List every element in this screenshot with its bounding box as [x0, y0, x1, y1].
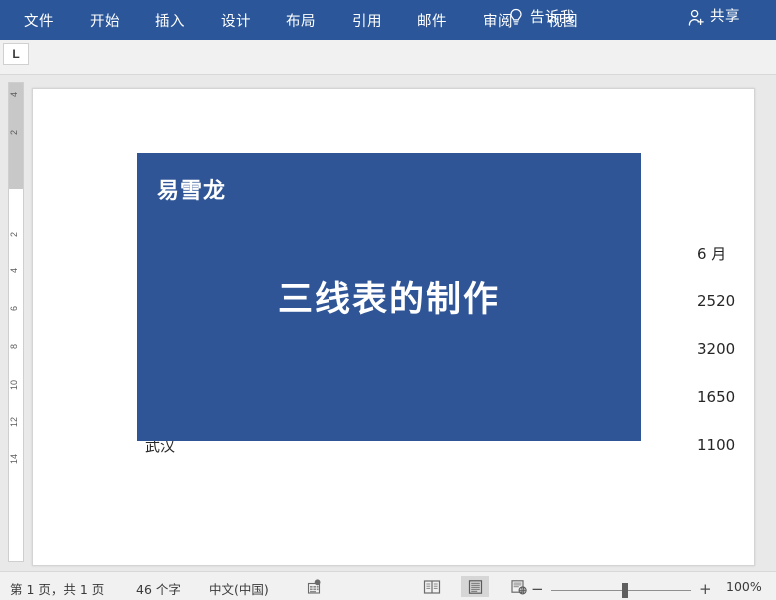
vruler-tick: 2	[9, 130, 19, 136]
word-count-label[interactable]: 46 个字	[136, 579, 181, 598]
ribbon-tab-references[interactable]: 引用	[350, 11, 384, 34]
zoom-in-button[interactable]: +	[699, 580, 712, 598]
ribbon-tab-layout[interactable]: 布局	[284, 11, 318, 34]
cover-logo-text: 易雪龙	[157, 179, 227, 204]
vruler-tick: 6	[9, 306, 19, 312]
vruler-tick: 4	[9, 92, 19, 98]
table-cell-value: 1100	[697, 436, 736, 454]
tab-stop-selector[interactable]: L	[3, 43, 29, 65]
proofing-errors-icon[interactable]	[300, 576, 328, 597]
ribbon-tab-design[interactable]: 设计	[219, 11, 253, 34]
table-cell-value: 2520	[697, 292, 736, 310]
cover-title-text: 三线表的制作	[277, 280, 500, 320]
vruler-tick: 8	[9, 344, 19, 350]
ribbon-tab-insert[interactable]: 插入	[153, 11, 187, 34]
zoom-slider-thumb[interactable]	[622, 583, 628, 598]
page-info-label[interactable]: 第 1 页，共 1 页	[10, 579, 104, 598]
tell-me-label: 告诉我	[530, 9, 575, 26]
ribbon-tab-mailings[interactable]: 邮件	[415, 11, 449, 34]
ribbon-tab-home[interactable]: 开始	[88, 11, 122, 34]
lightbulb-icon	[508, 8, 524, 28]
table-cell-value: 1650	[697, 388, 736, 406]
tell-me-button[interactable]: 告诉我	[508, 8, 575, 28]
table-cell-value: 6 月	[697, 244, 727, 263]
document-page[interactable]: 地区 6 月 上海 2520 深圳 3200 北京 1650 武汉 1100 易…	[32, 88, 755, 566]
vruler-tick: 2	[9, 232, 19, 238]
ribbon-bar: 文件 开始 插入 设计 布局 引用 邮件 审阅 视图 告诉我 共享	[0, 0, 776, 40]
ribbon-tab-file[interactable]: 文件	[22, 11, 56, 34]
table-cell-value: 3200	[697, 340, 736, 358]
status-bar: 第 1 页，共 1 页 46 个字 中文(中国) − + 100%	[0, 571, 776, 600]
read-mode-view-button[interactable]	[418, 576, 446, 597]
print-layout-view-button[interactable]	[461, 576, 489, 597]
zoom-level-label[interactable]: 100%	[726, 579, 762, 594]
word-window: 文件 开始 插入 设计 布局 引用 邮件 审阅 视图 告诉我 共享 L 4 2 …	[0, 0, 776, 600]
share-label: 共享	[710, 9, 740, 26]
zoom-out-button[interactable]: −	[531, 580, 544, 598]
vruler-tick: 10	[9, 380, 19, 391]
web-layout-view-button[interactable]	[505, 576, 533, 597]
language-label[interactable]: 中文(中国)	[209, 579, 269, 598]
vruler-tick: 4	[9, 268, 19, 274]
cover-image[interactable]: 易雪龙 三线表的制作	[137, 153, 641, 441]
vruler-tick: 14	[9, 454, 19, 465]
zoom-slider-track[interactable]	[551, 590, 691, 591]
share-button[interactable]: 共享	[687, 8, 740, 27]
vertical-ruler-top-margin-zone	[9, 83, 23, 189]
vruler-tick: 12	[9, 417, 19, 428]
person-add-icon	[687, 8, 706, 27]
horizontal-ruler[interactable]: L 2 2 4 6 8 10 12 14 16 18 20 22 24 26 2…	[0, 40, 776, 110]
